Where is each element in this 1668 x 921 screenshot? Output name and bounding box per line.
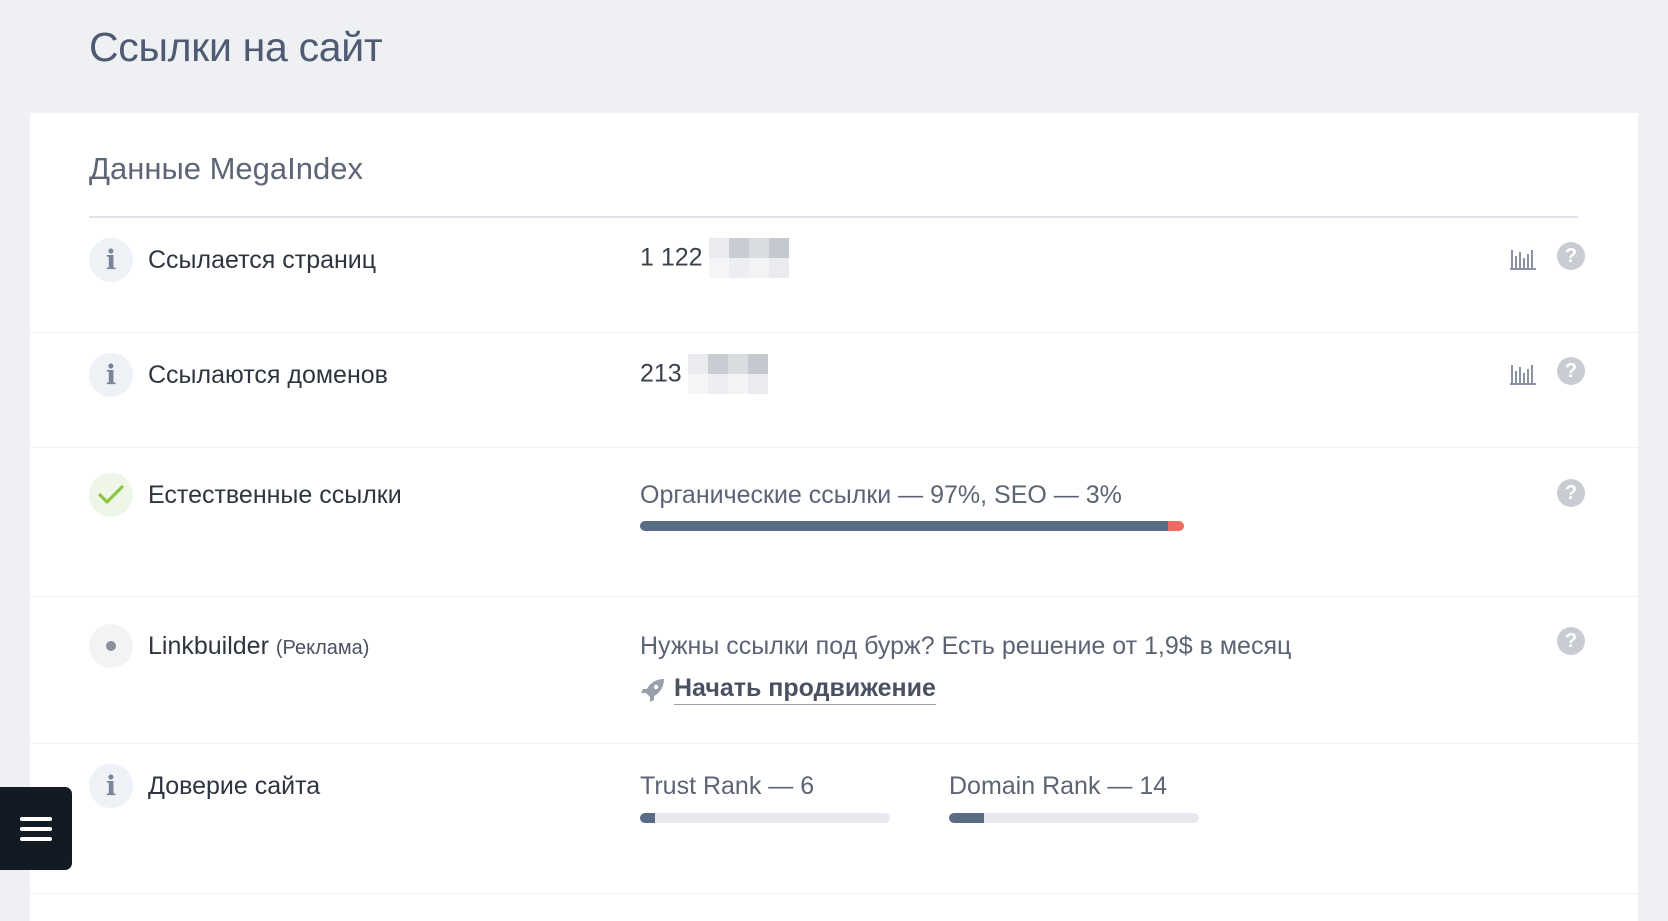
menu-icon [20, 836, 52, 841]
trust-rank-fill [640, 813, 655, 823]
linkbuilder-label: Linkbuilder [148, 632, 269, 660]
start-promotion-label: Начать продвижение [674, 674, 936, 705]
info-icon[interactable]: i [89, 353, 133, 397]
blurred-value [687, 354, 768, 394]
help-icon[interactable]: ? [1557, 479, 1585, 507]
row-label: Ссылаются доменов [148, 361, 388, 389]
natural-links-summary: Органические ссылки — 97%, SEO — 3% [640, 481, 1122, 509]
row-label: Доверие сайта [148, 772, 321, 800]
seo-bar-fill [1167, 521, 1184, 531]
help-icon[interactable]: ? [1557, 242, 1585, 270]
domain-rank-fill [949, 813, 984, 823]
row-label: Ссылается страниц [148, 246, 377, 274]
linking-domains-count: 213 [640, 359, 682, 388]
rocket-icon [641, 678, 664, 702]
menu-icon [20, 826, 52, 831]
check-icon [98, 485, 124, 504]
check-icon [89, 473, 133, 517]
row-site-trust: i Доверие сайта Trust Rank — 6 Domain Ra… [30, 743, 1638, 894]
chart-icon[interactable] [1510, 246, 1536, 272]
help-icon[interactable]: ? [1557, 357, 1585, 385]
page-title: Ссылки на сайт [89, 24, 383, 70]
chart-icon[interactable] [1510, 361, 1536, 387]
dot-icon [89, 624, 133, 668]
linking-pages-count: 1 122 [640, 243, 703, 272]
row-linking-domains: i Ссылаются доменов 213 ? [30, 332, 1638, 448]
info-icon[interactable]: i [89, 238, 133, 282]
menu-icon [20, 816, 52, 821]
trust-rank-label: Trust Rank — 6 [640, 772, 815, 800]
row-value: 213 [640, 354, 768, 394]
row-value: 1 122 [640, 238, 789, 278]
help-icon[interactable]: ? [1557, 627, 1585, 655]
row-linking-pages: i Ссылается страниц 1 122 ? [30, 218, 1638, 333]
organic-bar-fill [640, 521, 1168, 531]
trust-rank-bar [640, 813, 890, 823]
linkbuilder-offer: Нужны ссылки под бурж? Есть решение от 1… [640, 632, 1292, 660]
domain-rank-bar [949, 813, 1199, 823]
megaindex-card: Данные MegaIndex i Ссылается страниц 1 1… [30, 113, 1638, 921]
row-linkbuilder: Linkbuilder (Реклама) Нужны ссылки под б… [30, 596, 1638, 744]
blurred-value [708, 238, 789, 278]
organic-seo-bar [640, 521, 1184, 531]
row-natural-links: Естественные ссылки Органические ссылки … [30, 447, 1638, 597]
domain-rank-label: Domain Rank — 14 [949, 772, 1168, 800]
menu-button[interactable] [0, 787, 72, 870]
row-label: Linkbuilder (Реклама) [148, 632, 369, 661]
row-label: Естественные ссылки [148, 481, 402, 509]
info-icon[interactable]: i [89, 764, 133, 808]
card-title: Данные MegaIndex [89, 151, 363, 186]
start-promotion-link[interactable]: Начать продвижение [640, 674, 936, 705]
ad-note: (Реклама) [275, 637, 370, 659]
